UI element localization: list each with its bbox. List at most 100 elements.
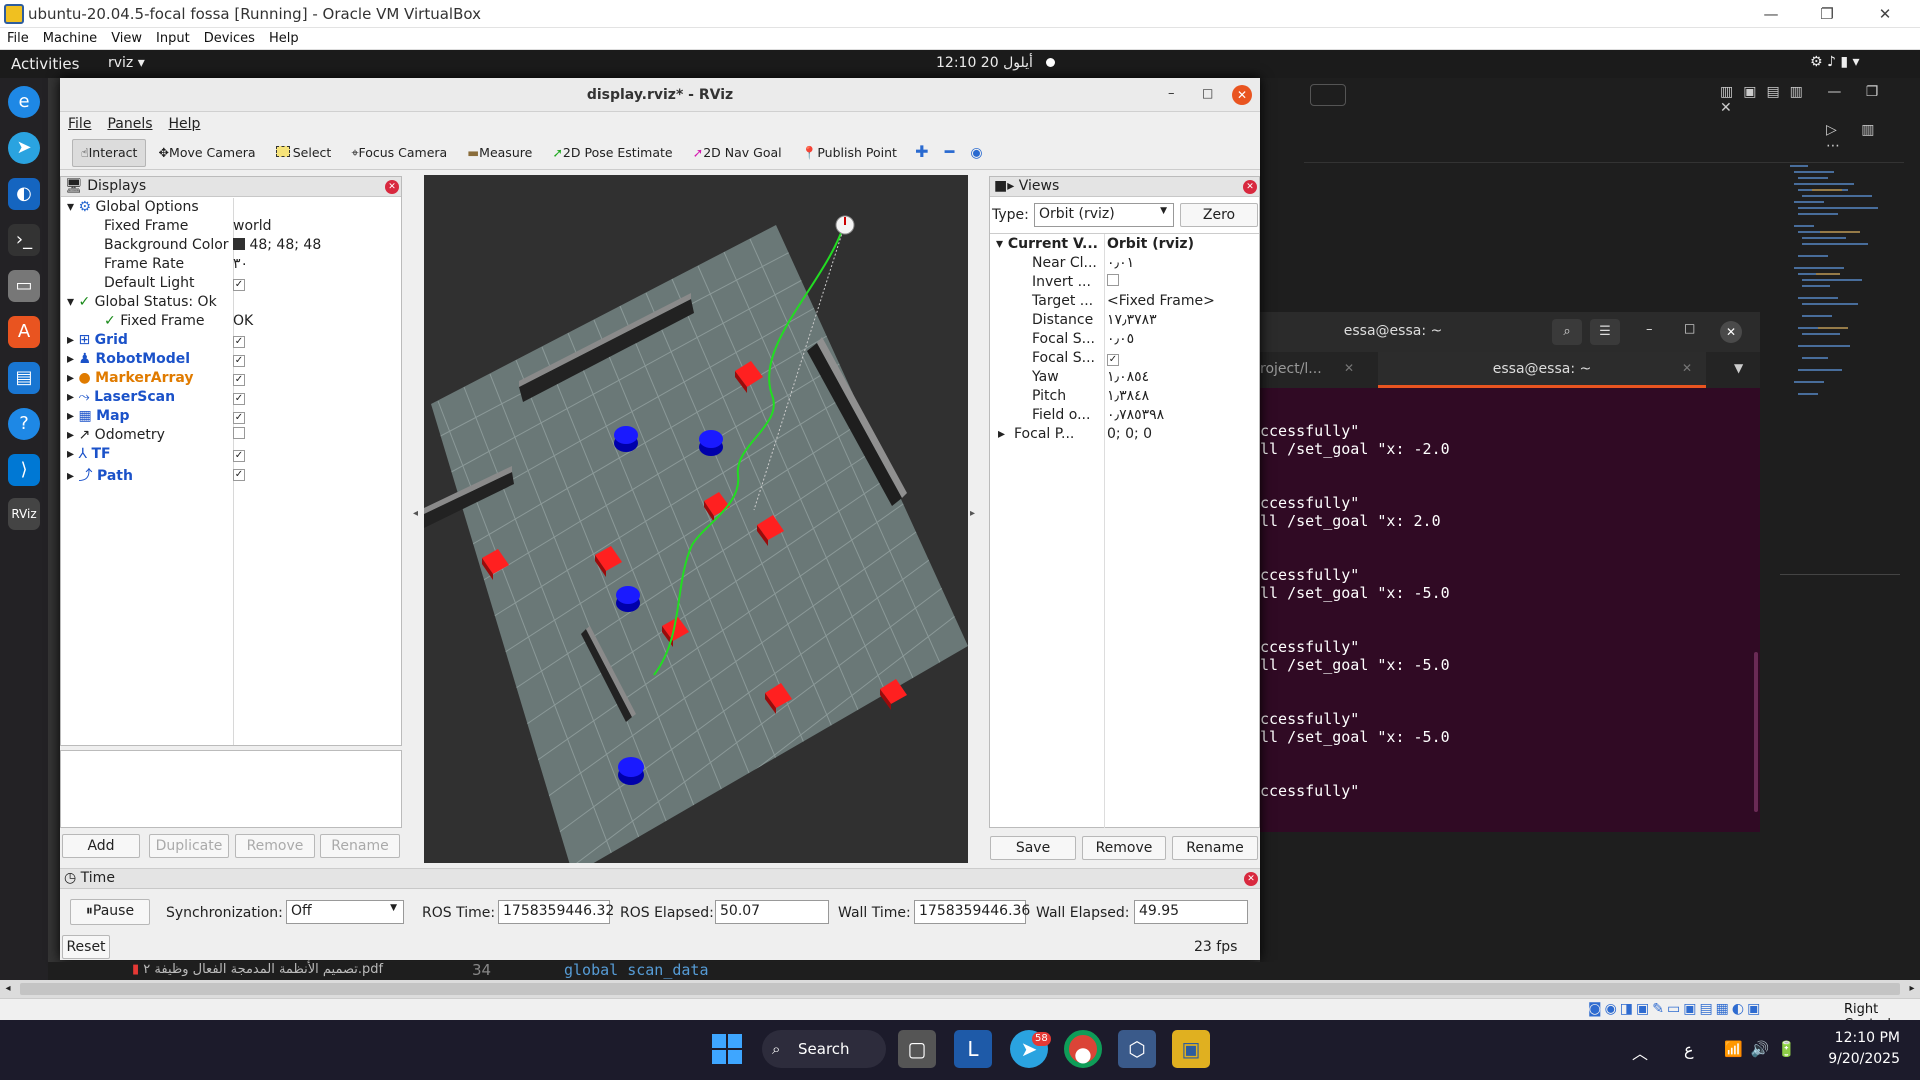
vb-status-icons[interactable]: ◙◉◨▣✎▭▣▤▦◐▣ [1588, 1001, 1763, 1017]
code-line[interactable]: global scan_data [564, 961, 709, 979]
taskbar-time[interactable]: 12:10 PM [1820, 1030, 1900, 1046]
view-property-value[interactable]: 0; 0; 0 [1107, 426, 1152, 442]
panel-close-icon[interactable]: ✕ [385, 180, 399, 194]
terminal-icon[interactable]: ›_ [8, 224, 40, 256]
view-property-value[interactable]: ٠٫٧٨٥٣٩٨ [1107, 407, 1164, 423]
vscode-search-box[interactable] [1310, 84, 1346, 106]
rename-display-button[interactable]: Rename [320, 834, 400, 858]
display-item[interactable]: ▸ ⅄ TF ✓ [61, 446, 401, 465]
vb-menu-input[interactable]: Input [149, 28, 197, 49]
view-property-row[interactable]: Field o... ٠٫٧٨٥٣٩٨ [990, 407, 1259, 426]
minimize-icon[interactable]: – [1646, 322, 1653, 337]
measure-tool[interactable]: ▬Measure [459, 140, 540, 168]
windows-start-icon[interactable] [712, 1034, 742, 1064]
display-item[interactable]: ▸ ⤴ Path ✓ [61, 465, 401, 484]
edge-icon[interactable]: e [8, 86, 40, 118]
vscode-layout-icons[interactable]: ▥▣▤▥ — ❐ ✕ [1720, 84, 1920, 116]
display-item[interactable]: ▸ ♟ RobotModel ✓ [61, 351, 401, 370]
tree-row-default-light[interactable]: Default Light ✓ [61, 275, 401, 294]
vb-menu-file[interactable]: File [0, 28, 36, 49]
vb-menu-devices[interactable]: Devices [197, 28, 262, 49]
remove-display-button[interactable]: Remove [235, 834, 315, 858]
vb-menu-help[interactable]: Help [262, 28, 306, 49]
display-item[interactable]: ▸ ● MarkerArray ✓ [61, 370, 401, 389]
virtualbox-app-icon[interactable]: ⬡ [1118, 1030, 1156, 1068]
display-enabled-checkbox[interactable]: ✓ [233, 336, 245, 348]
language-indicator[interactable]: ع [1684, 1040, 1694, 1059]
current-view-row[interactable]: ▾ Current V... Orbit (rviz) [990, 236, 1259, 255]
chrome-icon[interactable]: ● [1064, 1030, 1102, 1068]
rviz-dock-icon[interactable]: RViz [8, 498, 40, 530]
tree-row-background-color[interactable]: Background Color 48; 48; 48 [61, 237, 401, 256]
sync-select[interactable]: Off ▼ [286, 900, 404, 924]
terminal-tab-active[interactable]: essa@essa: ~ [1378, 352, 1706, 388]
pose-estimate-tool[interactable]: ➚2D Pose Estimate [544, 140, 680, 168]
tray-icons[interactable]: 📶🔊🔋 [1724, 1040, 1804, 1058]
taskbar-search[interactable]: ⌕ Search [762, 1030, 886, 1068]
restore-icon[interactable]: ❐ [1804, 2, 1850, 26]
view-property-value[interactable]: <Fixed Frame> [1107, 293, 1215, 309]
remove-view-button[interactable]: Remove [1082, 836, 1166, 860]
display-enabled-checkbox[interactable]: ✓ [233, 450, 245, 462]
select-tool[interactable]: Select [268, 140, 340, 168]
interact-tool[interactable]: ☝Interact [72, 139, 147, 167]
run-icon[interactable]: ▷ ▥ ⋯ [1826, 122, 1920, 154]
wall-time-field[interactable]: 1758359446.36 [914, 900, 1030, 924]
writer-icon[interactable]: ▤ [8, 362, 40, 394]
view-property-row[interactable]: Focal S... ✓ [990, 350, 1259, 369]
display-enabled-checkbox[interactable] [233, 427, 245, 439]
activities-button[interactable]: Activities [11, 55, 79, 73]
default-light-checkbox[interactable]: ✓ [233, 279, 245, 291]
scroll-left-icon[interactable]: ◂ [0, 980, 16, 998]
minimize-icon[interactable]: — [1748, 2, 1794, 26]
eye-icon[interactable]: ◉ [964, 141, 988, 169]
rviz-menu-file[interactable]: File [60, 112, 99, 136]
panel-close-icon[interactable]: ✕ [1243, 180, 1257, 194]
maximize-icon[interactable]: □ [1202, 86, 1213, 100]
terminal-tab[interactable]: roject/l... [1260, 361, 1322, 377]
chevron-up-icon[interactable]: ︿ [1632, 1040, 1648, 1064]
view-property-value[interactable]: ٠٫٠١ [1107, 255, 1134, 271]
tree-row-global-status[interactable]: ▾ ✓ Global Status: Ok [61, 294, 401, 313]
tree-row-global-options[interactable]: ▾ ⚙ Global Options [61, 199, 401, 218]
app-menu[interactable]: rviz ▾ [108, 55, 145, 71]
tab-close-icon[interactable]: ✕ [1344, 361, 1354, 375]
tree-row-status-fixed-frame[interactable]: ✓ Fixed Frame OK [61, 313, 401, 332]
view-property-value[interactable]: ١٫٠٨٥٤ [1107, 369, 1149, 385]
system-tray-icons[interactable]: ⚙ ♪ ▮ ▾ [1810, 54, 1860, 70]
display-enabled-checkbox[interactable]: ✓ [233, 355, 245, 367]
add-display-button[interactable]: Add [62, 834, 140, 858]
view-type-select[interactable]: Orbit (rviz) ▼ [1034, 203, 1174, 227]
display-item[interactable]: ▸ ⤳ LaserScan ✓ [61, 389, 401, 408]
task-view-icon[interactable]: ▢ [898, 1030, 936, 1068]
display-enabled-checkbox[interactable]: ✓ [233, 412, 245, 424]
tree-row-frame-rate[interactable]: Frame Rate ٣٠ [61, 256, 401, 275]
add-tool-icon[interactable]: ✚ [909, 140, 934, 168]
view-property-row[interactable]: Focal P... ▸ 0; 0; 0 [990, 426, 1259, 445]
files-icon[interactable]: ▭ [8, 270, 40, 302]
close-icon[interactable]: ✕ [1862, 2, 1908, 26]
search-icon[interactable]: ⌕ [1552, 319, 1582, 345]
ros-elapsed-field[interactable]: 50.07 [715, 900, 829, 924]
view-property-row[interactable]: Target ... <Fixed Frame> [990, 293, 1259, 312]
tab-dropdown-icon[interactable]: ▼ [1734, 361, 1743, 375]
save-view-button[interactable]: Save [990, 836, 1076, 860]
display-item[interactable]: ▸ ▦ Map ✓ [61, 408, 401, 427]
wall-elapsed-field[interactable]: 49.95 [1134, 900, 1248, 924]
view-property-row[interactable]: Pitch ١٫٣٨٤٨ [990, 388, 1259, 407]
rviz-menu-panels[interactable]: Panels [99, 112, 160, 136]
collapse-left-icon[interactable]: ◂ [413, 508, 418, 519]
reset-button[interactable]: Reset [62, 935, 110, 959]
view-property-value[interactable]: ٠٫٠٥ [1107, 331, 1134, 347]
minimize-icon[interactable]: – [1168, 86, 1175, 101]
horizontal-scrollbar[interactable]: ◂ ▸ [0, 980, 1920, 998]
view-property-row[interactable]: Near Cl... ٠٫٠١ [990, 255, 1259, 274]
view-property-row[interactable]: Distance ١٧٫٣٧٨٣ [990, 312, 1259, 331]
scroll-right-icon[interactable]: ▸ [1904, 980, 1920, 998]
view-property-value[interactable]: ١٧٫٣٧٨٣ [1107, 312, 1157, 328]
focus-camera-tool[interactable]: ⌖Focus Camera [343, 140, 455, 168]
virtualbox-vm-icon[interactable]: ▣ [1172, 1030, 1210, 1068]
tab-close-icon[interactable]: ✕ [1682, 361, 1692, 375]
rename-view-button[interactable]: Rename [1172, 836, 1258, 860]
software-icon[interactable]: A [8, 316, 40, 348]
